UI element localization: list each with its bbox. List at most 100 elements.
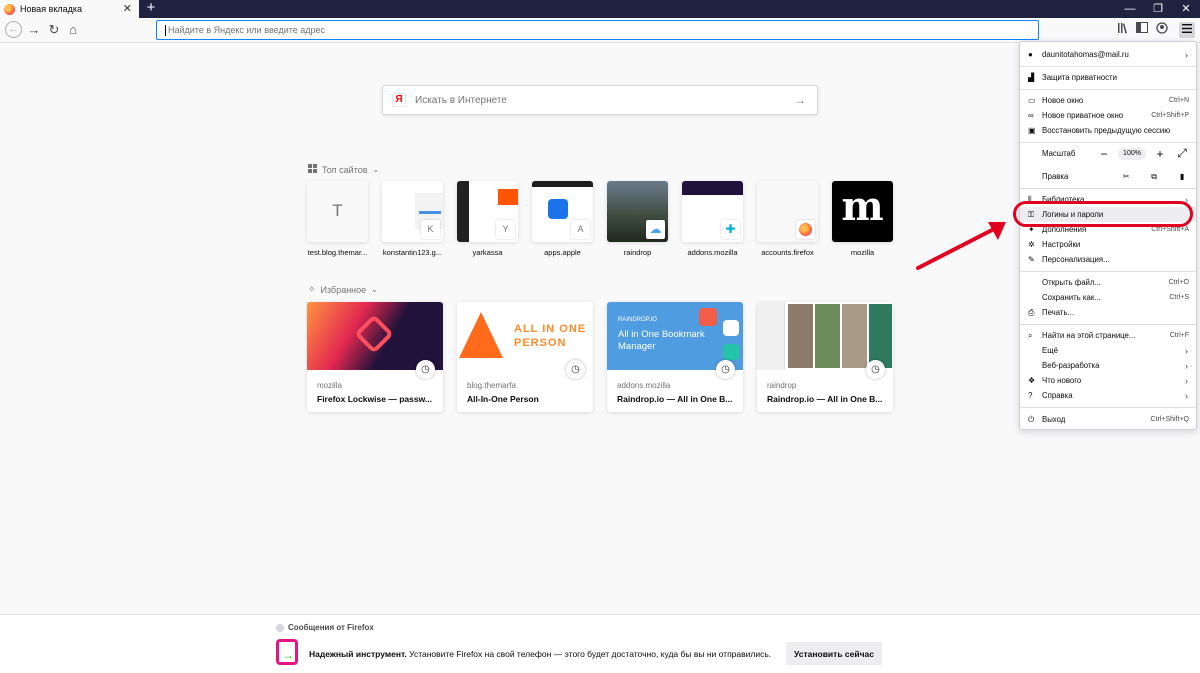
topsite-tile[interactable]: K konstantin123.g... (382, 181, 443, 257)
gear-icon: ✲ (1028, 240, 1035, 249)
menu-find-label: Найти на этой странице... (1042, 331, 1136, 340)
menu-exit[interactable]: ⏻ Выход Ctrl+Shift+Q (1020, 412, 1196, 427)
home-button[interactable]: ⌂ (64, 21, 82, 39)
topsite-tile[interactable]: ✚ addons.mozilla (682, 181, 743, 257)
menu-restore-label: Восстановить предыдущую сессию (1042, 126, 1171, 135)
forward-button[interactable]: → (25, 21, 43, 39)
hamburger-menu-icon[interactable] (1179, 22, 1195, 38)
topsites-title: Топ сайтов (322, 164, 368, 175)
message-bold: Надежный инструмент. (309, 649, 407, 659)
sparkle-icon: ✧ (308, 284, 316, 294)
zoom-reset-button[interactable]: 100% (1118, 147, 1146, 160)
menu-privacy[interactable]: ▟ Защита приватности (1020, 70, 1196, 85)
tab-close-icon[interactable]: ✕ (123, 2, 132, 15)
new-tab-button[interactable]: + (144, 0, 158, 18)
menu-find[interactable]: ⌕ Найти на этой странице... Ctrl+F (1020, 328, 1196, 343)
clock-icon: ◷ (566, 360, 585, 379)
highlight-card[interactable]: ◷ mozilla Firefox Lockwise — passw... (307, 302, 443, 412)
nav-bar: ← → ↻ ⌂ (0, 18, 1200, 43)
menu-whats-new-label: Что нового (1042, 376, 1082, 385)
menu-zoom: Масштаб − 100% + ⤢ (1020, 146, 1196, 161)
menu-print-label: Печать... (1042, 308, 1075, 317)
topsite-label: addons.mozilla (687, 248, 738, 257)
brand-triangle (459, 312, 503, 358)
search-placeholder: Искать в Интернете (415, 94, 507, 106)
chevron-right-icon: › (1185, 49, 1188, 60)
puzzle-icon: ✚ (721, 220, 740, 239)
install-now-button[interactable]: Установить сейчас (786, 642, 882, 665)
topsite-label: test.blog.themar... (307, 248, 368, 257)
chevron-right-icon: › (1185, 345, 1188, 356)
zoom-in-button[interactable]: + (1152, 147, 1168, 161)
restore-icon: ▣ (1028, 126, 1036, 135)
gift-icon: ❖ (1028, 376, 1036, 385)
site-thumbnail-logo (498, 189, 518, 205)
copy-icon[interactable]: ⧉ (1140, 172, 1168, 182)
highlight-card[interactable]: ALL IN ONE PERSON ◷ blog.themarfa All-In… (457, 302, 593, 412)
close-window-button[interactable]: ✕ (1172, 0, 1200, 18)
url-input[interactable] (168, 25, 1038, 35)
highlight-card[interactable]: RAINDROP.IO All in One Bookmark Manager … (607, 302, 743, 412)
library-icon[interactable] (1115, 22, 1131, 38)
cut-icon[interactable]: ✂ (1112, 172, 1140, 181)
topsite-tile[interactable]: A apps.apple (532, 181, 593, 257)
text-caret (165, 24, 166, 36)
menu-settings[interactable]: ✲ Настройки (1020, 237, 1196, 252)
menu-separator (1020, 89, 1196, 90)
zoom-out-button[interactable]: − (1096, 147, 1112, 161)
tab-title: Новая вкладка (20, 4, 83, 14)
menu-restore-session[interactable]: ▣ Восстановить предыдущую сессию (1020, 123, 1196, 138)
shortcut: Ctrl+Shift+Q (1150, 416, 1189, 423)
menu-print[interactable]: ⎙ Печать... (1020, 305, 1196, 320)
card-host: blog.themarfa (467, 381, 516, 390)
chart-icon: ▟ (1028, 73, 1035, 82)
menu-help[interactable]: ? Справка › (1020, 388, 1196, 403)
chevron-right-icon: › (1185, 375, 1188, 386)
url-bar[interactable] (156, 20, 1039, 40)
account-email: daunitotahomas@mail.ru (1042, 50, 1129, 59)
menu-more-label: Ещё (1042, 346, 1058, 355)
menu-open-file[interactable]: Открыть файл... Ctrl+O (1020, 275, 1196, 290)
firefox-account-icon (796, 220, 815, 239)
thumb-brand: RAINDROP.IO (618, 317, 657, 323)
site-letter: Y (496, 220, 515, 239)
app-icon-white (723, 320, 739, 336)
account-icon[interactable] (1154, 22, 1170, 38)
paste-icon[interactable]: ▮ (1168, 172, 1196, 181)
topsites-heading[interactable]: Топ сайтов ⌄ (308, 164, 379, 175)
menu-webdev[interactable]: Веб-разработка › (1020, 358, 1196, 373)
mask-icon: ∞ (1028, 111, 1034, 120)
topsite-tile[interactable]: T test.blog.themar... (307, 181, 368, 257)
topsite-tile[interactable]: m mozilla (832, 181, 893, 257)
minimize-button[interactable]: — (1116, 0, 1144, 18)
highlight-card[interactable]: ◷ raindrop Raindrop.io — All in One B... (757, 302, 893, 412)
web-search-box[interactable]: Я Искать в Интернете → (382, 85, 818, 115)
search-go-icon[interactable]: → (794, 93, 806, 107)
topsite-tile[interactable]: Y yarkassa (457, 181, 518, 257)
highlights-heading[interactable]: ✧ Избранное ⌄ (308, 284, 378, 295)
menu-account[interactable]: ● daunitotahomas@mail.ru › (1020, 47, 1196, 62)
menu-whats-new[interactable]: ❖ Что нового › (1020, 373, 1196, 388)
sidebar-icon[interactable] (1134, 22, 1150, 38)
menu-new-window[interactable]: ▭ Новое окно Ctrl+N (1020, 93, 1196, 108)
menu-more[interactable]: Ещё › (1020, 343, 1196, 358)
shortcut: Ctrl+Shift+A (1151, 226, 1189, 233)
thumb-sidebar (757, 302, 785, 370)
message-body: Установите Firefox на свой телефон — это… (406, 649, 772, 659)
restore-button[interactable]: ❐ (1144, 0, 1172, 18)
site-thumbnail (532, 181, 593, 187)
topsite-tile[interactable]: ☁ raindrop (607, 181, 668, 257)
menu-customize[interactable]: ✎ Персонализация... (1020, 252, 1196, 267)
clock-icon: ◷ (416, 360, 435, 379)
menu-open-file-label: Открыть файл... (1042, 278, 1101, 287)
fullscreen-icon[interactable]: ⤢ (1174, 146, 1190, 161)
topsite-tile[interactable]: accounts.firefox (757, 181, 818, 257)
back-button[interactable]: ← (5, 21, 22, 38)
power-icon: ⏻ (1028, 414, 1035, 424)
reload-button[interactable]: ↻ (45, 21, 63, 39)
topsite-label: konstantin123.g... (382, 248, 443, 257)
shortcut: Ctrl+N (1168, 97, 1189, 104)
tab-new-tab[interactable]: Новая вкладка ✕ (0, 0, 139, 18)
menu-private-window[interactable]: ∞ Новое приватное окно Ctrl+Shift+P (1020, 108, 1196, 123)
menu-save-as[interactable]: Сохранить как... Ctrl+S (1020, 290, 1196, 305)
